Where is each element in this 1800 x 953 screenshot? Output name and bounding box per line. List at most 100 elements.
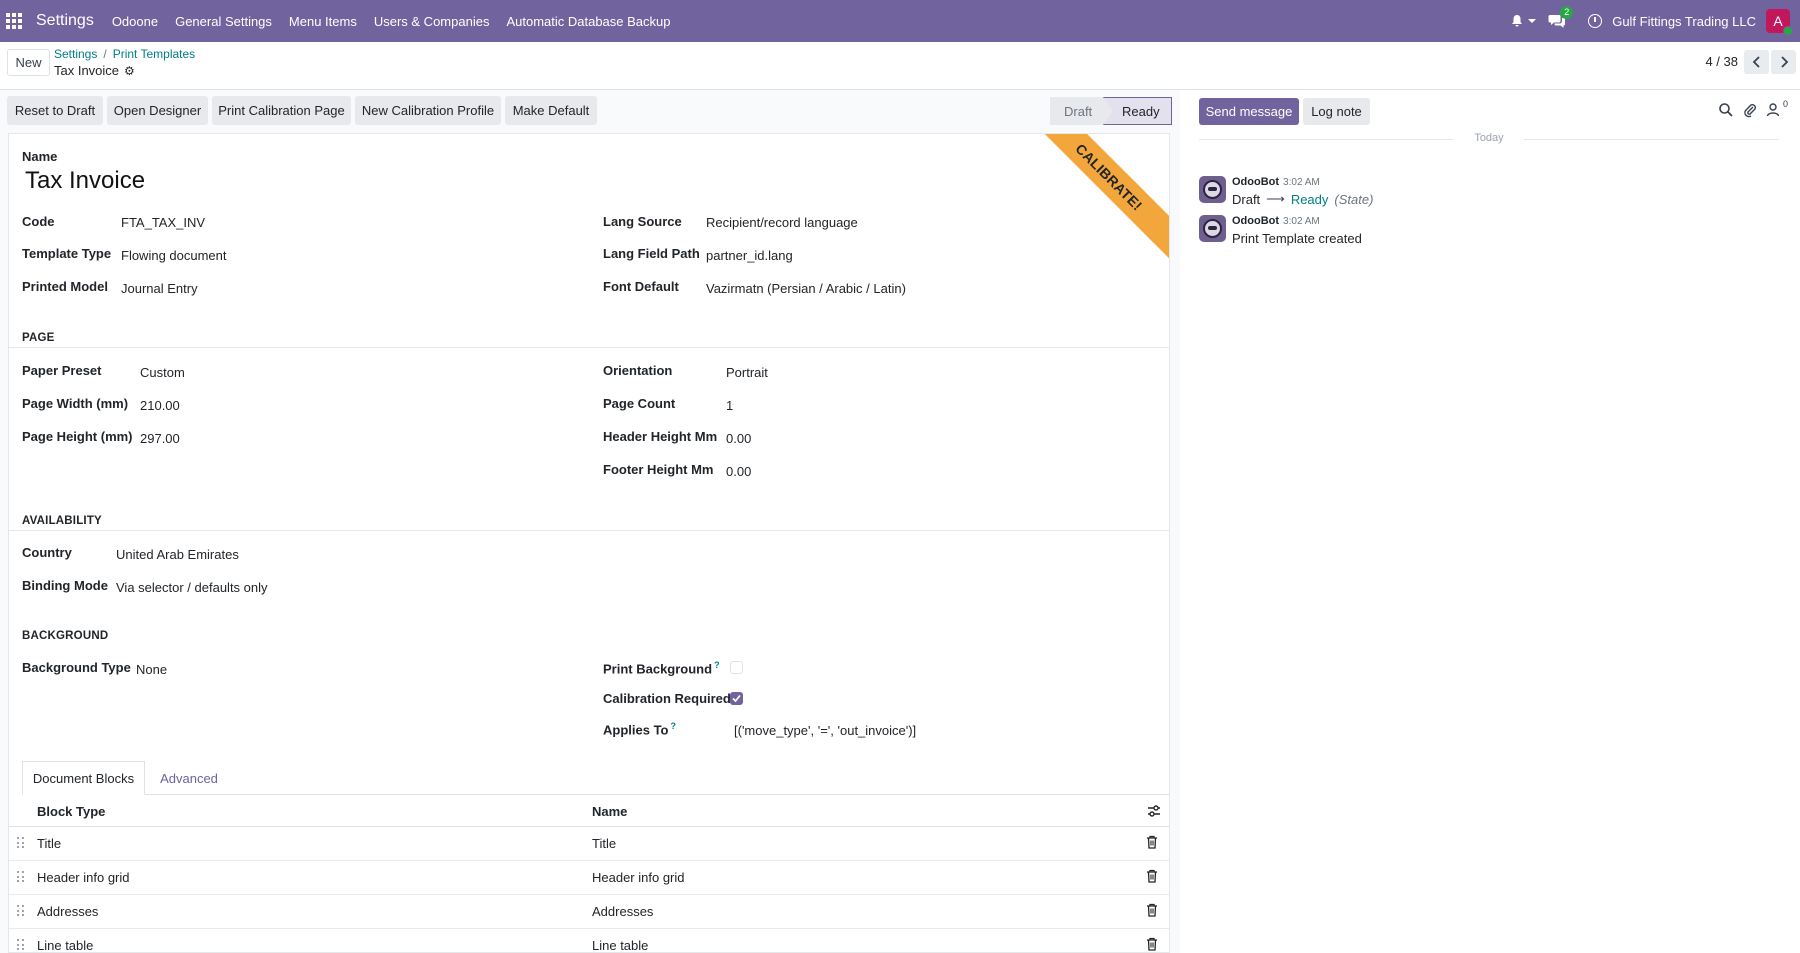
tab-document-blocks[interactable]: Document Blocks <box>22 761 145 795</box>
followers-icon[interactable] <box>1766 102 1782 118</box>
availability-section-title: AVAILABILITY <box>22 515 102 527</box>
make-default-button[interactable]: Make Default <box>505 96 597 125</box>
calibration-required-label: Calibration Required <box>603 691 731 706</box>
status-ready[interactable]: Ready <box>1103 97 1172 125</box>
print-background-help-icon[interactable]: ? <box>714 660 720 670</box>
menu-users-companies[interactable]: Users & Companies <box>374 14 490 29</box>
gear-icon[interactable]: ⚙ <box>124 64 135 78</box>
odoobot-avatar[interactable] <box>1199 215 1226 242</box>
background-section-title: BACKGROUND <box>22 630 109 642</box>
apps-menu-icon[interactable] <box>6 13 22 29</box>
new-button[interactable]: New <box>7 49 50 76</box>
row-name[interactable]: Title <box>592 836 616 851</box>
trash-icon[interactable] <box>1145 835 1159 849</box>
row-block-type[interactable]: Header info grid <box>37 870 130 885</box>
bell-icon[interactable] <box>1510 14 1524 28</box>
calibration-required-checkbox[interactable] <box>730 692 743 705</box>
pager-next-button[interactable] <box>1771 50 1796 74</box>
tab-advanced[interactable]: Advanced <box>145 761 233 795</box>
chat-count-badge: 2 <box>1560 6 1574 19</box>
row-name[interactable]: Line table <box>592 938 648 952</box>
page-count-field[interactable]: 1 <box>726 398 733 413</box>
lang-field-path-field[interactable]: partner_id.lang <box>706 248 793 263</box>
breadcrumb-settings[interactable]: Settings <box>54 47 97 61</box>
paperclip-icon[interactable] <box>1742 102 1758 118</box>
trash-icon[interactable] <box>1145 903 1159 917</box>
drag-handle-icon[interactable] <box>17 837 25 849</box>
orientation-field[interactable]: Portrait <box>726 365 768 380</box>
tracking-field-name: (State) <box>1334 191 1374 207</box>
lang-source-field[interactable]: Recipient/record language <box>706 215 858 230</box>
trash-icon[interactable] <box>1145 937 1159 951</box>
pager-previous-button[interactable] <box>1744 50 1769 74</box>
country-field[interactable]: United Arab Emirates <box>116 547 239 562</box>
print-calibration-page-button[interactable]: Print Calibration Page <box>212 96 351 125</box>
printed-model-field[interactable]: Journal Entry <box>121 281 198 296</box>
page-height-field[interactable]: 297.00 <box>140 431 180 446</box>
search-icon[interactable] <box>1718 102 1734 118</box>
row-block-type[interactable]: Addresses <box>37 904 98 919</box>
activity-clock-icon[interactable] <box>1588 14 1603 28</box>
status-draft[interactable]: Draft <box>1050 97 1103 125</box>
availability-section-divider <box>9 530 1169 531</box>
drag-handle-icon[interactable] <box>17 905 25 917</box>
menu-odoone[interactable]: Odoone <box>112 14 158 29</box>
binding-mode-field[interactable]: Via selector / defaults only <box>116 580 268 595</box>
lang-field-path-label: Lang Field Path <box>603 246 700 261</box>
page-width-field[interactable]: 210.00 <box>140 398 180 413</box>
printed-model-label: Printed Model <box>22 279 108 294</box>
applies-to-label-text: Applies To <box>603 722 669 738</box>
page-width-label: Page Width (mm) <box>22 396 129 411</box>
menu-menu-items[interactable]: Menu Items <box>289 14 357 29</box>
arrow-right-icon: ⟶ <box>1266 191 1285 206</box>
new-calibration-profile-button[interactable]: New Calibration Profile <box>355 96 501 125</box>
chevron-down-icon[interactable] <box>1528 19 1537 23</box>
column-settings-icon[interactable] <box>1147 804 1161 818</box>
odoobot-avatar[interactable] <box>1199 176 1226 203</box>
header-height-field[interactable]: 0.00 <box>726 431 751 446</box>
control-panel: New Settings / Print Templates Tax Invoice… <box>0 42 1800 90</box>
breadcrumb-print-templates[interactable]: Print Templates <box>113 47 195 61</box>
name-field[interactable]: Tax Invoice <box>25 167 145 195</box>
drag-handle-icon[interactable] <box>17 871 25 883</box>
app-brand[interactable]: Settings <box>36 12 94 30</box>
table-row[interactable]: Line table Line table <box>9 929 1169 952</box>
footer-height-label: Footer Height Mm <box>603 462 714 477</box>
pager-value[interactable]: 4 / 38 <box>1705 54 1738 69</box>
row-block-type[interactable]: Title <box>37 836 61 851</box>
menu-automatic-database-backup[interactable]: Automatic Database Backup <box>506 14 670 29</box>
open-designer-button[interactable]: Open Designer <box>107 96 208 125</box>
applies-to-help-icon[interactable]: ? <box>670 721 676 731</box>
author-name[interactable]: OdooBot <box>1232 215 1279 227</box>
table-row[interactable]: Addresses Addresses <box>9 895 1169 929</box>
reset-to-draft-button[interactable]: Reset to Draft <box>7 96 103 125</box>
template-type-label: Template Type <box>22 246 112 261</box>
table-row[interactable]: Title Title <box>9 827 1169 861</box>
user-avatar[interactable]: A <box>1766 9 1793 36</box>
menu-general-settings[interactable]: General Settings <box>175 14 272 29</box>
background-type-field[interactable]: None <box>136 662 167 677</box>
company-switcher[interactable]: Gulf Fittings Trading LLC <box>1612 14 1756 29</box>
footer-height-field[interactable]: 0.00 <box>726 464 751 479</box>
print-background-label: Print Background? <box>603 660 720 676</box>
drag-handle-icon[interactable] <box>17 939 25 951</box>
print-background-checkbox[interactable] <box>730 661 743 674</box>
row-name[interactable]: Addresses <box>592 904 653 919</box>
trash-icon[interactable] <box>1145 869 1159 883</box>
message-body: Print Template created <box>1232 231 1362 246</box>
font-default-field[interactable]: Vazirmatn (Persian / Arabic / Latin) <box>706 281 906 296</box>
send-message-button[interactable]: Send message <box>1199 98 1299 125</box>
log-note-button[interactable]: Log note <box>1303 98 1370 125</box>
template-type-field[interactable]: Flowing document <box>121 248 227 263</box>
tracking-new-value: Ready <box>1290 191 1329 207</box>
row-block-type[interactable]: Line table <box>37 938 93 952</box>
row-name[interactable]: Header info grid <box>592 870 685 885</box>
column-block-type[interactable]: Block Type <box>37 804 105 819</box>
paper-preset-field[interactable]: Custom <box>140 365 185 380</box>
code-field[interactable]: FTA_TAX_INV <box>121 215 205 230</box>
table-row[interactable]: Header info grid Header info grid <box>9 861 1169 895</box>
column-name[interactable]: Name <box>592 804 627 819</box>
author-name[interactable]: OdooBot <box>1232 176 1279 188</box>
messaging-menu[interactable]: 2 <box>1548 6 1574 29</box>
applies-to-field[interactable]: [('move_type', '=', 'out_invoice')] <box>734 723 916 738</box>
